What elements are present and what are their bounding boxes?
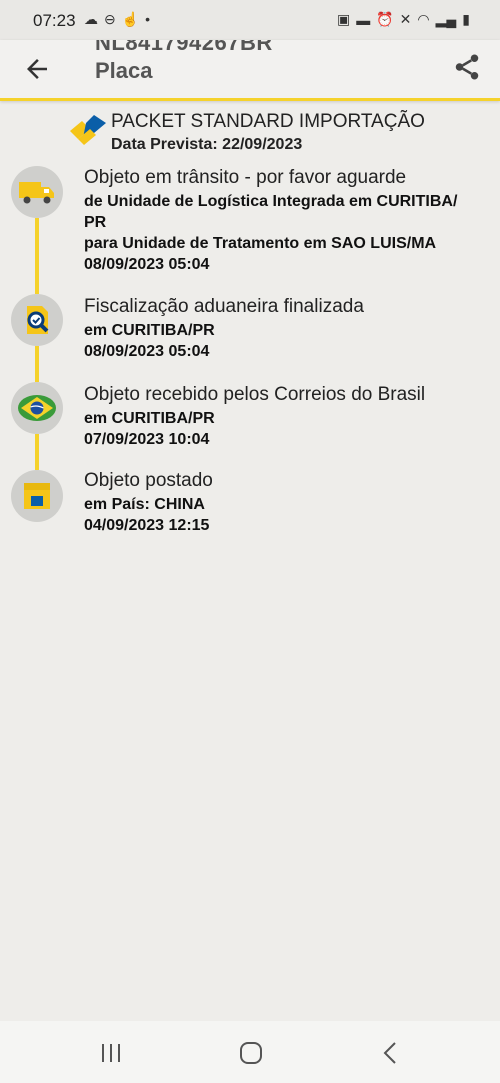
timeline-connector: [35, 218, 39, 294]
system-nav-bar: [0, 1021, 500, 1083]
dot-icon: •: [145, 11, 151, 27]
event-datetime: 08/09/2023 05:04: [84, 256, 210, 273]
correios-logo-icon: [70, 115, 106, 145]
event-datetime: 07/09/2023 10:04: [84, 431, 210, 448]
share-icon[interactable]: [452, 52, 482, 82]
back-arrow-icon[interactable]: [22, 54, 52, 84]
event-title: Fiscalização aduaneira finalizada: [84, 296, 364, 317]
back-icon[interactable]: [377, 1039, 405, 1067]
status-time: 07:23: [33, 11, 76, 30]
brazil-flag-icon: [18, 395, 56, 421]
status-bar: 07:23 ☁ ⊖ ☝ • ▣ ▬ ⏰ ✕ ◠ ▂▄ ▮: [0, 0, 500, 40]
event-location: em CURITIBA/PR: [84, 322, 215, 339]
lock-icon: ▣: [336, 11, 351, 27]
timeline-connector: [35, 434, 39, 470]
service-name: PACKET STANDARD IMPORTAÇÃO: [111, 111, 425, 132]
gesture-icon: ☝: [121, 11, 140, 27]
cloud-icon: ☁: [84, 11, 98, 27]
mute-icon: ✕: [399, 11, 412, 27]
home-icon[interactable]: [237, 1039, 265, 1067]
post-office-icon: [24, 483, 50, 509]
timeline-event: Fiscalização aduaneira finalizada em CUR…: [84, 296, 494, 362]
event-origin-cont: PR: [84, 214, 107, 231]
truck-icon: [19, 182, 54, 204]
timeline-event: Objeto em trânsito - por favor aguarde d…: [84, 167, 494, 275]
event-datetime: 04/09/2023 12:15: [84, 517, 210, 534]
event-title: Objeto em trânsito - por favor aguarde: [84, 167, 407, 188]
event-datetime: 08/09/2023 05:04: [84, 343, 210, 360]
expected-date: Data Prevista: 22/09/2023: [111, 136, 303, 153]
object-nickname: Placa: [95, 58, 153, 83]
event-icon: [11, 294, 63, 346]
minus-circle-icon: ⊖: [104, 11, 116, 27]
customs-inspection-icon: [27, 306, 49, 334]
recent-apps-icon[interactable]: [97, 1039, 125, 1067]
timeline-connector: [35, 346, 39, 382]
event-location: em CURITIBA/PR: [84, 410, 215, 427]
event-destination: para Unidade de Tratamento em SAO LUIS/M…: [84, 235, 437, 252]
event-icon: [11, 382, 63, 434]
event-title: Objeto recebido pelos Correios do Brasil: [84, 384, 426, 405]
timeline-event: Objeto recebido pelos Correios do Brasil…: [84, 384, 494, 450]
bed-icon: ▬: [356, 11, 371, 28]
event-location: em País: CHINA: [84, 496, 205, 513]
app-bar: NL841794267BR Placa: [0, 40, 500, 101]
event-icon: [11, 470, 63, 522]
event-icon: [11, 166, 63, 218]
signal-icon: ▂▄: [435, 11, 457, 27]
event-title: Objeto postado: [84, 470, 213, 491]
event-origin: de Unidade de Logística Integrada em CUR…: [84, 193, 458, 210]
timeline-event: Objeto postado em País: CHINA 04/09/2023…: [84, 470, 494, 536]
battery-icon: ▮: [462, 11, 470, 27]
alarm-icon: ⏰: [376, 11, 394, 27]
wifi-icon: ◠: [417, 11, 430, 27]
tracking-code: NL841794267BR: [95, 40, 273, 55]
